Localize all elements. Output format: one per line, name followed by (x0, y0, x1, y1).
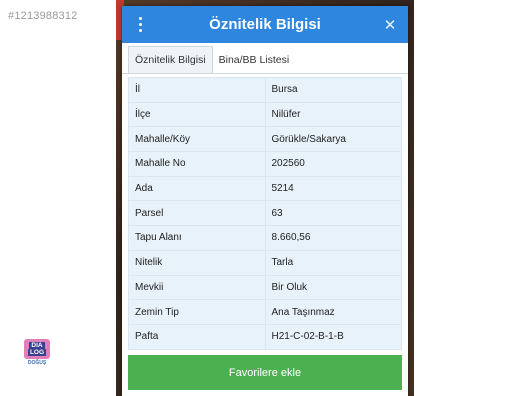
logo-mark: DIA LOG (24, 339, 50, 359)
logo-subtitle: DOĞUŞ (27, 360, 47, 366)
close-icon[interactable]: ✕ (382, 16, 398, 34)
attribute-value: H21-C-02-B-1-B (264, 323, 402, 350)
table-row: Mahalle No 202560 (128, 151, 402, 177)
logo-line-1: DIA (29, 342, 45, 349)
attribute-key: Tapu Alanı (128, 225, 266, 251)
attribute-value: Nilüfer (264, 101, 402, 128)
table-row: İl Bursa (128, 77, 402, 103)
attribute-value: 5214 (264, 175, 402, 202)
attribute-key: İlçe (128, 101, 266, 128)
table-row: Pafta H21-C-02-B-1-B (128, 323, 402, 350)
table-row: Nitelik Tarla (128, 249, 402, 276)
attribute-key: Mahalle/Köy (128, 126, 266, 153)
attribute-key: Pafta (128, 323, 266, 350)
attribute-key: İl (128, 77, 266, 103)
dialog-titlebar: Öznitelik Bilgisi ✕ (122, 6, 408, 43)
attribute-table-wrap: İl Bursa İlçe Nilüfer Mahalle/Köy Görükle/Sak… (122, 74, 408, 351)
attribute-key: Mevkii (128, 274, 266, 301)
tab-bina-bb-listesi[interactable]: Bina/BB Listesi (213, 47, 296, 73)
attribute-value: Bir Oluk (264, 274, 402, 301)
listing-id: #1213988312 (8, 10, 78, 22)
attribute-key: Parsel (128, 200, 266, 227)
add-to-favorites-button[interactable]: Favorilere ekle (128, 355, 402, 390)
table-row: Zemin Tip Ana Taşınmaz (128, 299, 402, 325)
table-row: Ada 5214 (128, 175, 402, 202)
attribute-table: İl Bursa İlçe Nilüfer Mahalle/Köy Görükle/Sak… (128, 77, 402, 350)
attribute-key: Mahalle No (128, 151, 266, 177)
more-vertical-icon[interactable] (132, 17, 148, 32)
dialog-logo: DIA LOG DOĞUŞ (19, 339, 55, 369)
attribute-key: Ada (128, 175, 266, 202)
attribute-dialog: Öznitelik Bilgisi ✕ Öznitelik Bilgisi Bi… (122, 6, 408, 396)
table-row: İlçe Nilüfer (128, 101, 402, 128)
logo-line-2: LOG (27, 349, 47, 356)
attribute-key: Zemin Tip (128, 299, 266, 325)
attribute-value: 63 (264, 200, 402, 227)
tab-bar: Öznitelik Bilgisi Bina/BB Listesi (122, 43, 408, 74)
dialog-title: Öznitelik Bilgisi (209, 16, 321, 33)
attribute-value: 8.660,56 (264, 225, 402, 251)
table-row: Tapu Alanı 8.660,56 (128, 225, 402, 251)
attribute-key: Nitelik (128, 249, 266, 276)
phone-screen: Öznitelik Bilgisi ✕ Öznitelik Bilgisi Bi… (116, 0, 414, 396)
attribute-value: 202560 (264, 151, 402, 177)
table-row: Mahalle/Köy Görükle/Sakarya (128, 126, 402, 153)
attribute-value: Ana Taşınmaz (264, 299, 402, 325)
tab-oznitelik-bilgisi[interactable]: Öznitelik Bilgisi (128, 46, 213, 73)
table-row: Mevkii Bir Oluk (128, 274, 402, 301)
attribute-value: Görükle/Sakarya (264, 126, 402, 153)
attribute-value: Tarla (264, 249, 402, 276)
attribute-value: Bursa (264, 77, 402, 103)
table-row: Parsel 63 (128, 200, 402, 227)
